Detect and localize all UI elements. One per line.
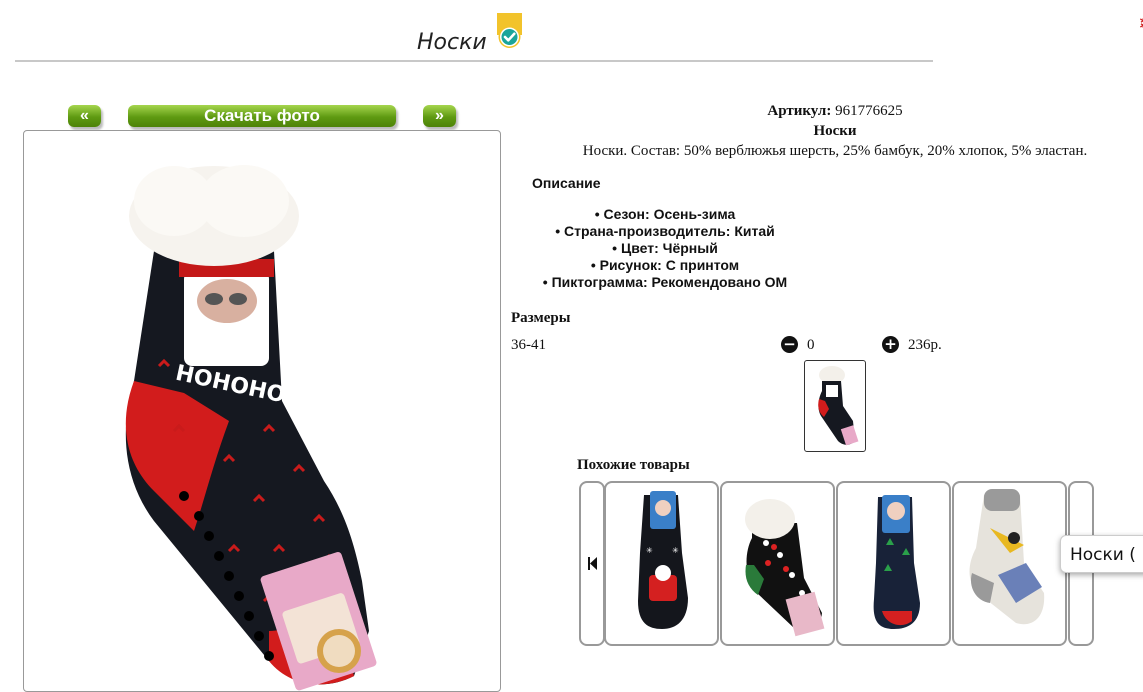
product-name: Носки: [813, 123, 857, 139]
similar-item[interactable]: [952, 481, 1067, 646]
property-item: Рисунок: С принтом: [520, 257, 810, 274]
similar-item[interactable]: ✳ ✳: [604, 481, 719, 646]
next-photo-button[interactable]: »: [423, 105, 456, 127]
property-item: Пиктограмма: Рекомендовано ОМ: [520, 274, 810, 291]
article-value: 961776625: [835, 103, 903, 119]
product-tooltip: Носки (: [1060, 535, 1143, 573]
main-product-photo[interactable]: НОНОНО: [23, 130, 501, 692]
minus-circle-icon[interactable]: −: [781, 336, 798, 353]
page-title: Носки: [417, 30, 487, 55]
size-label: 36-41: [511, 337, 546, 353]
title-divider: [15, 60, 933, 62]
similar-heading: Похожие товары: [577, 457, 690, 473]
size-price: 236р.: [908, 337, 942, 353]
corner-mark: ❄: [1138, 14, 1143, 36]
skip-back-icon: [588, 557, 597, 570]
property-item: Цвет: Чёрный: [520, 240, 810, 257]
property-list: Сезон: Осень-зима Страна-производитель: …: [520, 206, 810, 291]
plus-circle-icon[interactable]: +: [882, 336, 899, 353]
download-photo-button[interactable]: Скачать фото: [128, 105, 396, 127]
sizes-heading: Размеры: [511, 310, 571, 326]
description-heading: Описание: [532, 175, 601, 191]
carousel-prev-button[interactable]: [579, 481, 605, 646]
similar-item[interactable]: [720, 481, 835, 646]
article-line: Артикул: 961776625: [560, 103, 1110, 120]
prev-photo-button[interactable]: «: [68, 105, 101, 127]
property-item: Страна-производитель: Китай: [520, 223, 810, 240]
property-item: Сезон: Осень-зима: [520, 206, 810, 223]
similar-item[interactable]: [836, 481, 951, 646]
check-badge-icon: [496, 13, 523, 50]
article-label: Артикул:: [767, 103, 832, 119]
svg-text:✳: ✳: [646, 546, 653, 555]
quantity-value[interactable]: 0: [807, 337, 815, 354]
svg-text:✳: ✳: [672, 546, 679, 555]
product-composition: Носки. Состав: 50% верблюжья шерсть, 25%…: [582, 143, 1088, 159]
photo-thumbnail[interactable]: [804, 360, 866, 452]
